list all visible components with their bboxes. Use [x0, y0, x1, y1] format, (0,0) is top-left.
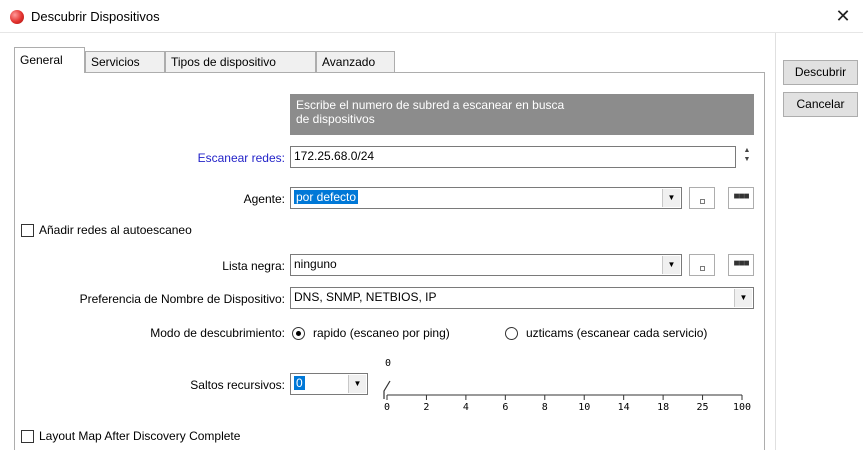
slider-tick-label: 14 [618, 402, 630, 413]
agent-browse-button[interactable] [689, 187, 715, 209]
autoscan-checkbox[interactable] [21, 224, 34, 237]
layout-map-label: Layout Map After Discovery Complete [39, 429, 241, 443]
slider-tick-label: 25 [697, 402, 709, 413]
slider-tick-label: 100 [733, 402, 751, 413]
tab-general[interactable]: General [14, 47, 85, 73]
blacklist-label: Lista negra: [222, 259, 285, 273]
chevron-down-icon[interactable]: ▼ [348, 375, 366, 393]
banner-line-1: Escribe el numero de subred a escanear e… [296, 98, 565, 112]
name-preference-value: DNS, SNMP, NETBIOS, IP [294, 290, 437, 304]
slider-tick-label: 0 [384, 402, 390, 413]
square-icon [700, 199, 705, 204]
chevron-down-icon[interactable]: ▼ [734, 289, 752, 307]
divider [775, 33, 776, 450]
app-icon [10, 10, 24, 24]
recursive-hops-select[interactable]: 0 ▼ [290, 373, 368, 395]
blacklist-select[interactable]: ninguno ▼ [290, 254, 682, 276]
name-preference-label: Preferencia de Nombre de Dispositivo: [79, 292, 285, 306]
slider-tick-label: 4 [463, 402, 469, 413]
slider-tick-label: 10 [578, 402, 590, 413]
blacklist-more-button[interactable]: ■■■ [728, 254, 754, 276]
slider-current-value: 0 [385, 358, 391, 369]
mode-full-radio[interactable] [505, 327, 518, 340]
slider-tick-label: 2 [423, 402, 429, 413]
autoscan-label: Añadir redes al autoescaneo [39, 223, 192, 237]
agent-value: por defecto [294, 190, 359, 204]
banner-line-2: de dispositivos [296, 112, 375, 126]
spinner-icon[interactable]: ▲ ▼ [740, 146, 754, 168]
tab-tipos-de-dispositivo[interactable]: Tipos de dispositivo [165, 51, 316, 72]
recursive-hops-label: Saltos recursivos: [190, 378, 285, 392]
recursive-hops-value: 0 [294, 376, 305, 390]
discover-button[interactable]: Descubrir [783, 60, 858, 85]
agent-more-button[interactable]: ■■■ [728, 187, 754, 209]
name-preference-select[interactable]: DNS, SNMP, NETBIOS, IP ▼ [290, 287, 754, 309]
chevron-down-icon[interactable]: ▼ [662, 256, 680, 274]
tab-avanzado[interactable]: Avanzado [316, 51, 395, 72]
title-bar: Descubrir Dispositivos ✕ [0, 0, 863, 33]
window-title: Descubrir Dispositivos [31, 9, 160, 24]
cancel-button[interactable]: Cancelar [783, 92, 858, 117]
blacklist-value: ninguno [294, 257, 337, 271]
discovery-mode-label: Modo de descubrimiento: [150, 326, 285, 340]
slider-tick-label: 6 [502, 402, 508, 413]
chevron-down-icon[interactable]: ▼ [662, 189, 680, 207]
mode-fast-label: rapido (escaneo por ping) [313, 326, 450, 340]
scan-networks-label: Escanear redes: [197, 151, 285, 165]
slider-tick-label: 8 [542, 402, 548, 413]
slider-tick-label: 18 [657, 402, 669, 413]
square-icon [700, 266, 705, 271]
blacklist-browse-button[interactable] [689, 254, 715, 276]
info-banner: Escribe el numero de subred a escanear e… [290, 94, 754, 135]
agent-select[interactable]: por defecto ▼ [290, 187, 682, 209]
layout-map-checkbox[interactable] [21, 430, 34, 443]
agent-label: Agente: [243, 192, 285, 206]
close-icon[interactable]: ✕ [823, 0, 863, 33]
hops-slider[interactable]: 0 0 2 4 6 8 10 14 18 25 100 [378, 355, 758, 417]
scan-networks-value: 172.25.68.0/24 [294, 149, 375, 163]
mode-fast-radio[interactable] [292, 327, 305, 340]
scan-networks-input[interactable]: 172.25.68.0/24 [290, 146, 736, 168]
tab-servicios[interactable]: Servicios [85, 51, 165, 72]
mode-full-label: uzticams (escanear cada servicio) [526, 326, 708, 340]
